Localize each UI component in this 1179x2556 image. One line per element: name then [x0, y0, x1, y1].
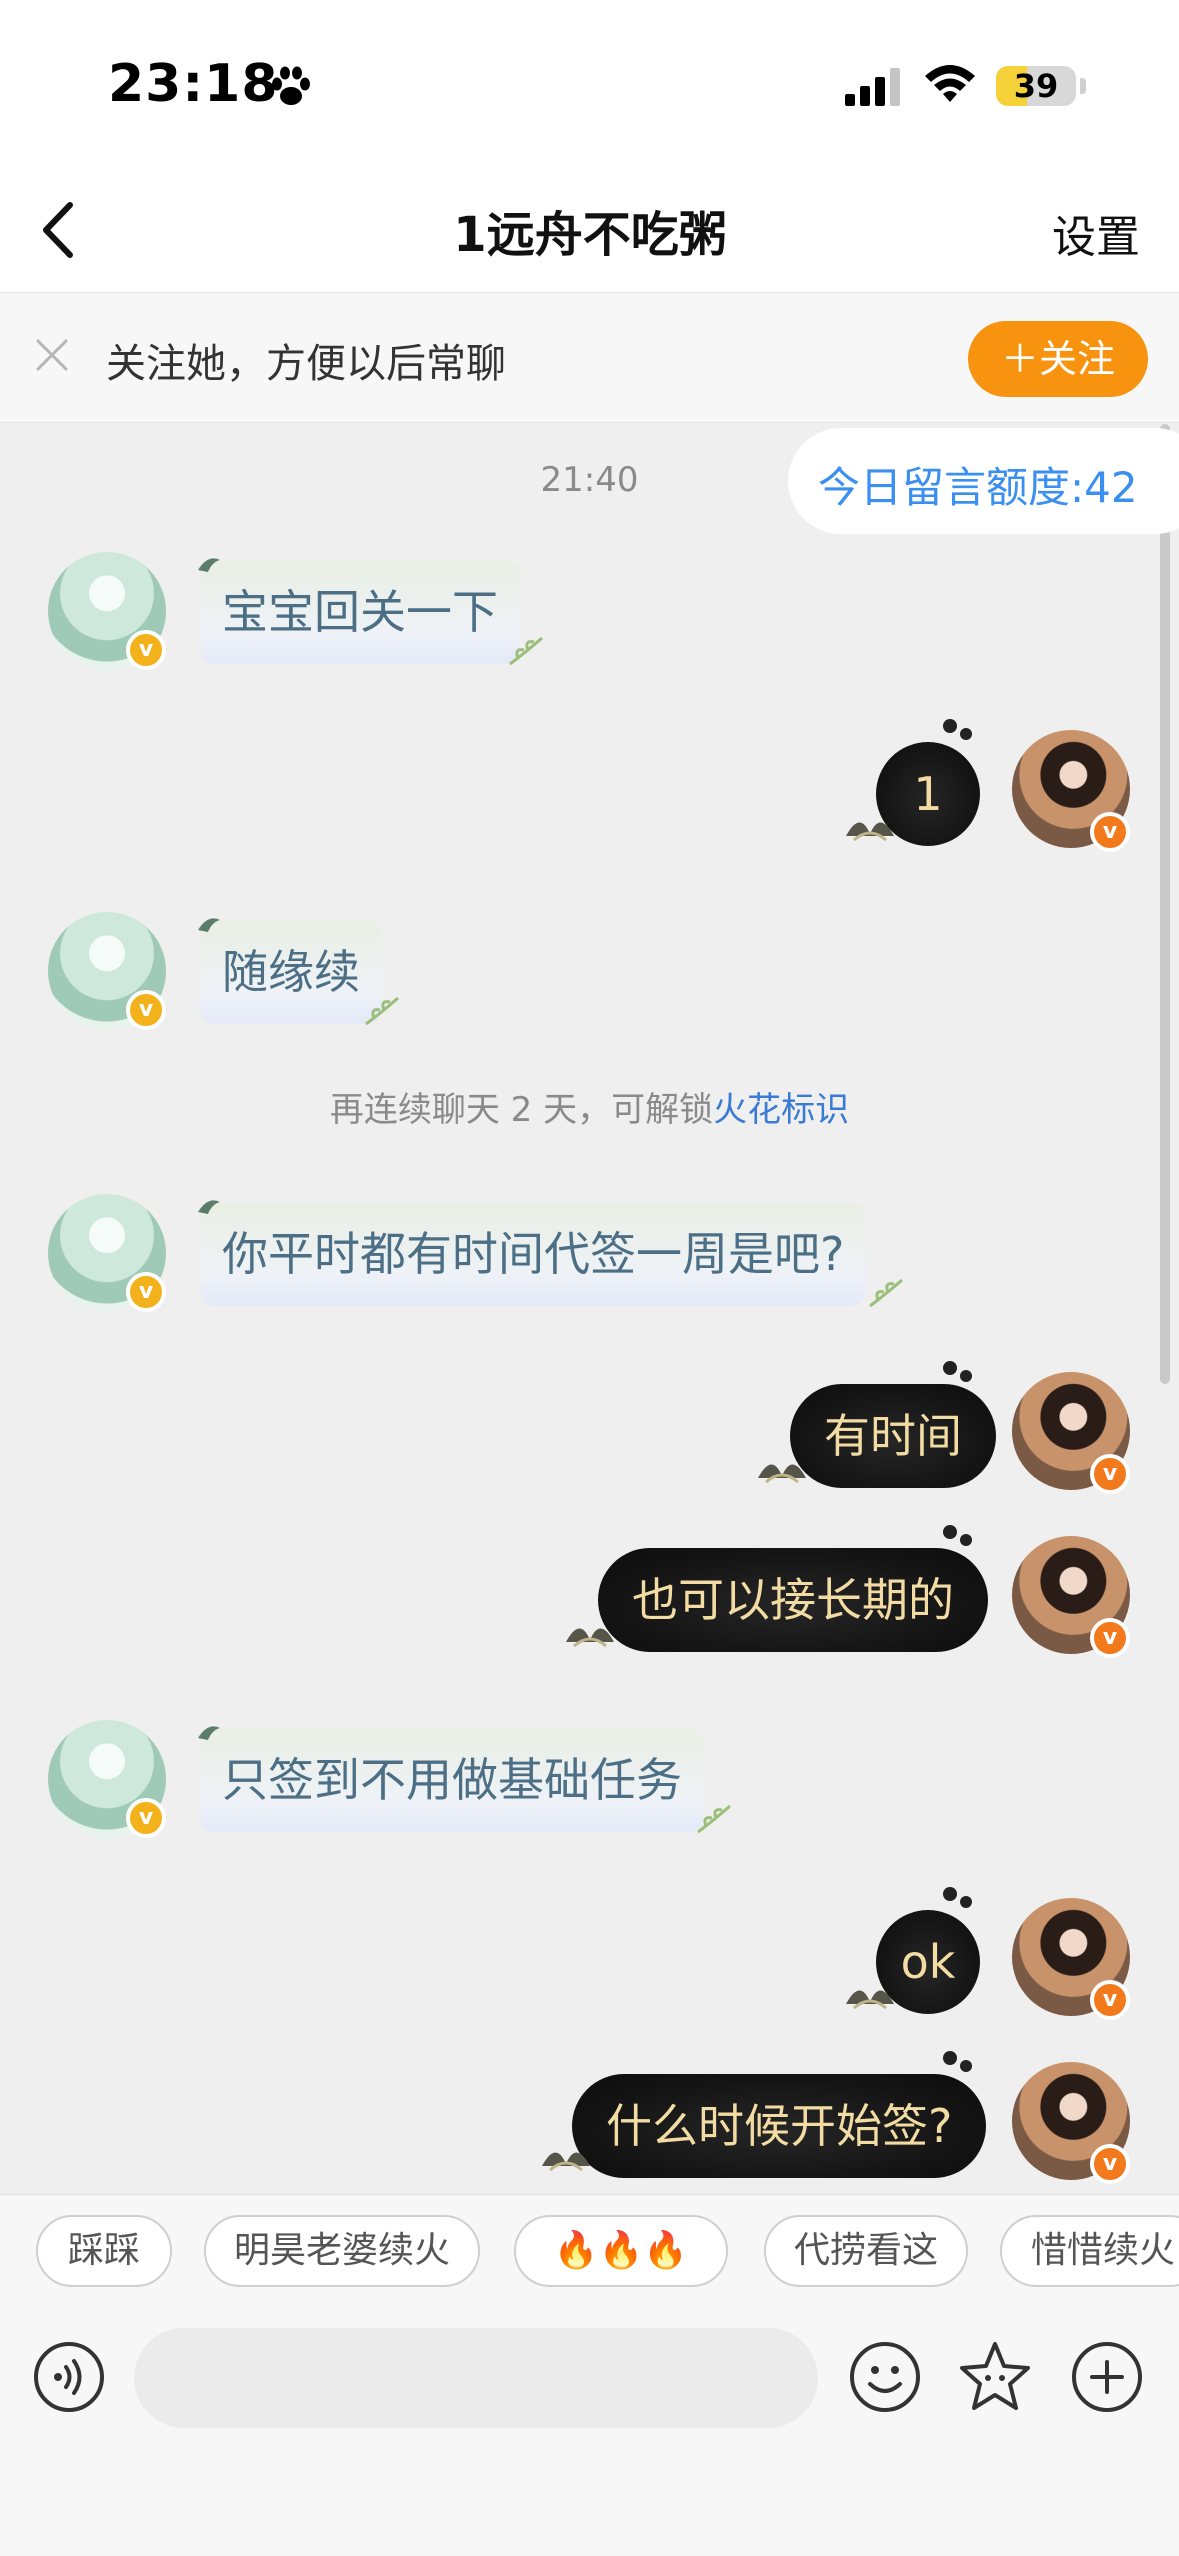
- message-bubble-incoming[interactable]: 只签到不用做基础任务: [200, 1728, 704, 1832]
- bubble-dots-decoration-icon: [943, 1361, 972, 1382]
- star-icon[interactable]: [956, 2338, 1034, 2416]
- page-title: 1远舟不吃粥: [453, 207, 727, 263]
- quota-text: 今日留言额度:42: [818, 463, 1138, 512]
- leaf-decoration-icon: [509, 636, 543, 666]
- verified-badge: v: [126, 630, 166, 670]
- bubble-dots-decoration-icon: [943, 2051, 972, 2072]
- close-icon[interactable]: [34, 337, 70, 373]
- bird-decoration-icon: [198, 1726, 220, 1740]
- quick-reply-chip[interactable]: 踩踩: [36, 2215, 172, 2287]
- settings-button[interactable]: 设置: [1052, 201, 1140, 265]
- scrollbar[interactable]: [1160, 424, 1170, 1384]
- verified-badge: v: [1090, 1454, 1130, 1494]
- leaf-decoration-icon: [365, 996, 399, 1026]
- voice-icon[interactable]: [32, 2340, 106, 2414]
- message-input[interactable]: [134, 2328, 818, 2428]
- bird-decoration-icon: [198, 1200, 220, 1214]
- quick-reply-chip[interactable]: 代捞看这: [764, 2215, 968, 2287]
- quick-reply-bar: 踩踩 明昊老婆续火 🔥🔥🔥 代捞看这 惜惜续火: [0, 2194, 1179, 2312]
- status-time: 23:18: [108, 54, 279, 114]
- verified-badge: v: [126, 990, 166, 1030]
- follow-button[interactable]: ＋关注: [968, 321, 1148, 397]
- message-bubble-incoming[interactable]: 宝宝回关一下: [200, 560, 520, 664]
- leaf-decoration-icon: [869, 1278, 903, 1308]
- system-note-text: 再连续聊天 2 天，可解锁: [329, 1090, 714, 1130]
- verified-badge: v: [1090, 812, 1130, 852]
- emoji-icon[interactable]: [848, 2340, 922, 2414]
- message-bubble-outgoing[interactable]: 有时间: [790, 1384, 996, 1488]
- lotus-decoration-icon: [846, 1990, 894, 2010]
- quick-reply-chip[interactable]: 惜惜续火: [1000, 2215, 1179, 2287]
- message-bubble-incoming[interactable]: 你平时都有时间代签一周是吧?: [200, 1202, 867, 1306]
- lotus-decoration-icon: [566, 1628, 614, 1648]
- lotus-decoration-icon: [758, 1464, 806, 1484]
- quick-reply-chip[interactable]: 🔥🔥🔥: [514, 2215, 728, 2287]
- chat-message-list[interactable]: 21:40 今日留言额度:42 v 宝宝回关一下 v 1 v 随缘续 再连续聊天…: [0, 424, 1179, 2194]
- bubble-dots-decoration-icon: [943, 1525, 972, 1546]
- system-note: 再连续聊天 2 天，可解锁火花标识: [0, 1082, 1179, 1131]
- verified-badge: v: [1090, 1618, 1130, 1658]
- status-bar: 23:18 39: [0, 0, 1179, 165]
- plus-icon[interactable]: [1070, 2340, 1144, 2414]
- verified-badge: v: [1090, 2144, 1130, 2184]
- message-bubble-outgoing[interactable]: 也可以接长期的: [598, 1548, 988, 1652]
- leaf-decoration-icon: [697, 1804, 731, 1834]
- paw-icon: [272, 66, 310, 105]
- spark-badge-link[interactable]: 火花标识: [713, 1090, 849, 1130]
- follow-prompt-text: 关注她，方便以后常聊: [106, 341, 506, 387]
- verified-badge: v: [126, 1272, 166, 1312]
- bird-decoration-icon: [198, 918, 220, 932]
- message-input-bar: [0, 2312, 1179, 2556]
- battery-indicator: 39: [996, 66, 1076, 106]
- message-bubble-outgoing[interactable]: 什么时候开始签?: [572, 2074, 987, 2178]
- battery-tip: [1080, 78, 1086, 94]
- wifi-icon: [925, 65, 975, 102]
- chat-header: 1远舟不吃粥 设置: [0, 165, 1179, 293]
- battery-level: 39: [1013, 67, 1059, 105]
- quota-badge: 今日留言额度:42: [788, 428, 1179, 534]
- bubble-dots-decoration-icon: [943, 719, 972, 740]
- bird-decoration-icon: [198, 558, 220, 572]
- signal-icon: [845, 68, 900, 106]
- follow-banner: 关注她，方便以后常聊 ＋关注: [0, 293, 1179, 423]
- lotus-decoration-icon: [542, 2152, 590, 2172]
- bubble-dots-decoration-icon: [943, 1887, 972, 1908]
- chevron-left-icon[interactable]: [30, 195, 90, 265]
- quick-reply-chip[interactable]: 明昊老婆续火: [204, 2215, 480, 2287]
- verified-badge: v: [1090, 1980, 1130, 2020]
- verified-badge: v: [126, 1798, 166, 1838]
- lotus-decoration-icon: [846, 822, 894, 842]
